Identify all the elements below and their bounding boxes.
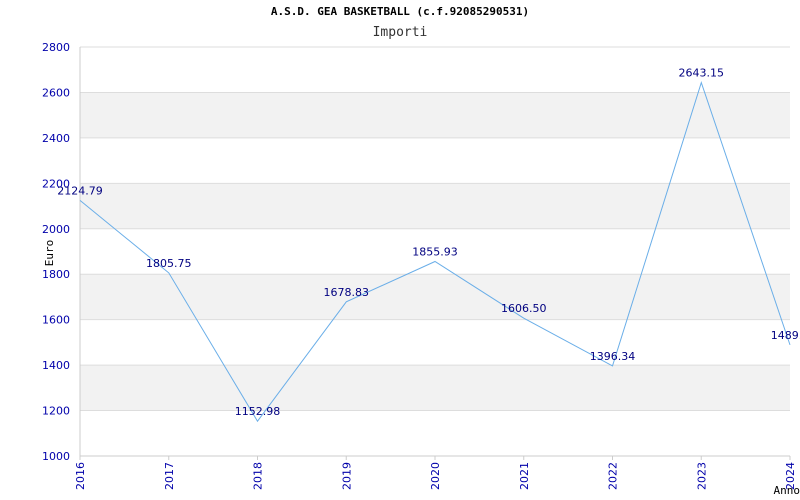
grid-band [80, 183, 790, 229]
x-axis-label: Anno [774, 484, 800, 497]
data-label: 1396.34 [590, 350, 636, 363]
data-label: 2124.79 [57, 184, 103, 197]
line-chart: 1000120014001600180020002200240026002800… [42, 41, 800, 497]
grid-band [80, 92, 790, 138]
data-label: 1855.93 [412, 246, 458, 259]
grid-band [80, 365, 790, 411]
data-label: 1805.75 [146, 257, 192, 270]
x-tick-labels: 2016 2017 2018 2019 2020 2021 2022 2023 2024 [74, 462, 797, 490]
y-tick-label: 1000 [42, 450, 70, 463]
data-label: 1152.98 [235, 405, 281, 418]
y-tick-label: 1200 [42, 405, 70, 418]
data-label: 2643.15 [679, 67, 725, 80]
x-tick-label: 2020 [429, 462, 442, 490]
y-tick-label: 2400 [42, 132, 70, 145]
y-tick-label: 2800 [42, 41, 70, 54]
x-tick-label: 2023 [695, 462, 708, 490]
x-tick-label: 2022 [607, 462, 620, 490]
x-tick-label: 2017 [163, 462, 176, 490]
y-tick-label: 1600 [42, 314, 70, 327]
data-label: 1678.83 [324, 286, 370, 299]
x-tick-label: 2016 [74, 462, 87, 490]
y-tick-label: 1800 [42, 268, 70, 281]
x-tick-label: 2021 [518, 462, 531, 490]
data-label: 1606.50 [501, 302, 547, 315]
x-tick-label: 2019 [340, 462, 353, 490]
data-label: 1489.1 [771, 329, 800, 342]
grid-band [80, 274, 790, 320]
x-tick-label: 2018 [252, 462, 265, 490]
y-tick-label: 2600 [42, 86, 70, 99]
y-tick-label: 2000 [42, 223, 70, 236]
y-tick-label: 1400 [42, 359, 70, 372]
y-axis-label: Euro [43, 240, 56, 267]
